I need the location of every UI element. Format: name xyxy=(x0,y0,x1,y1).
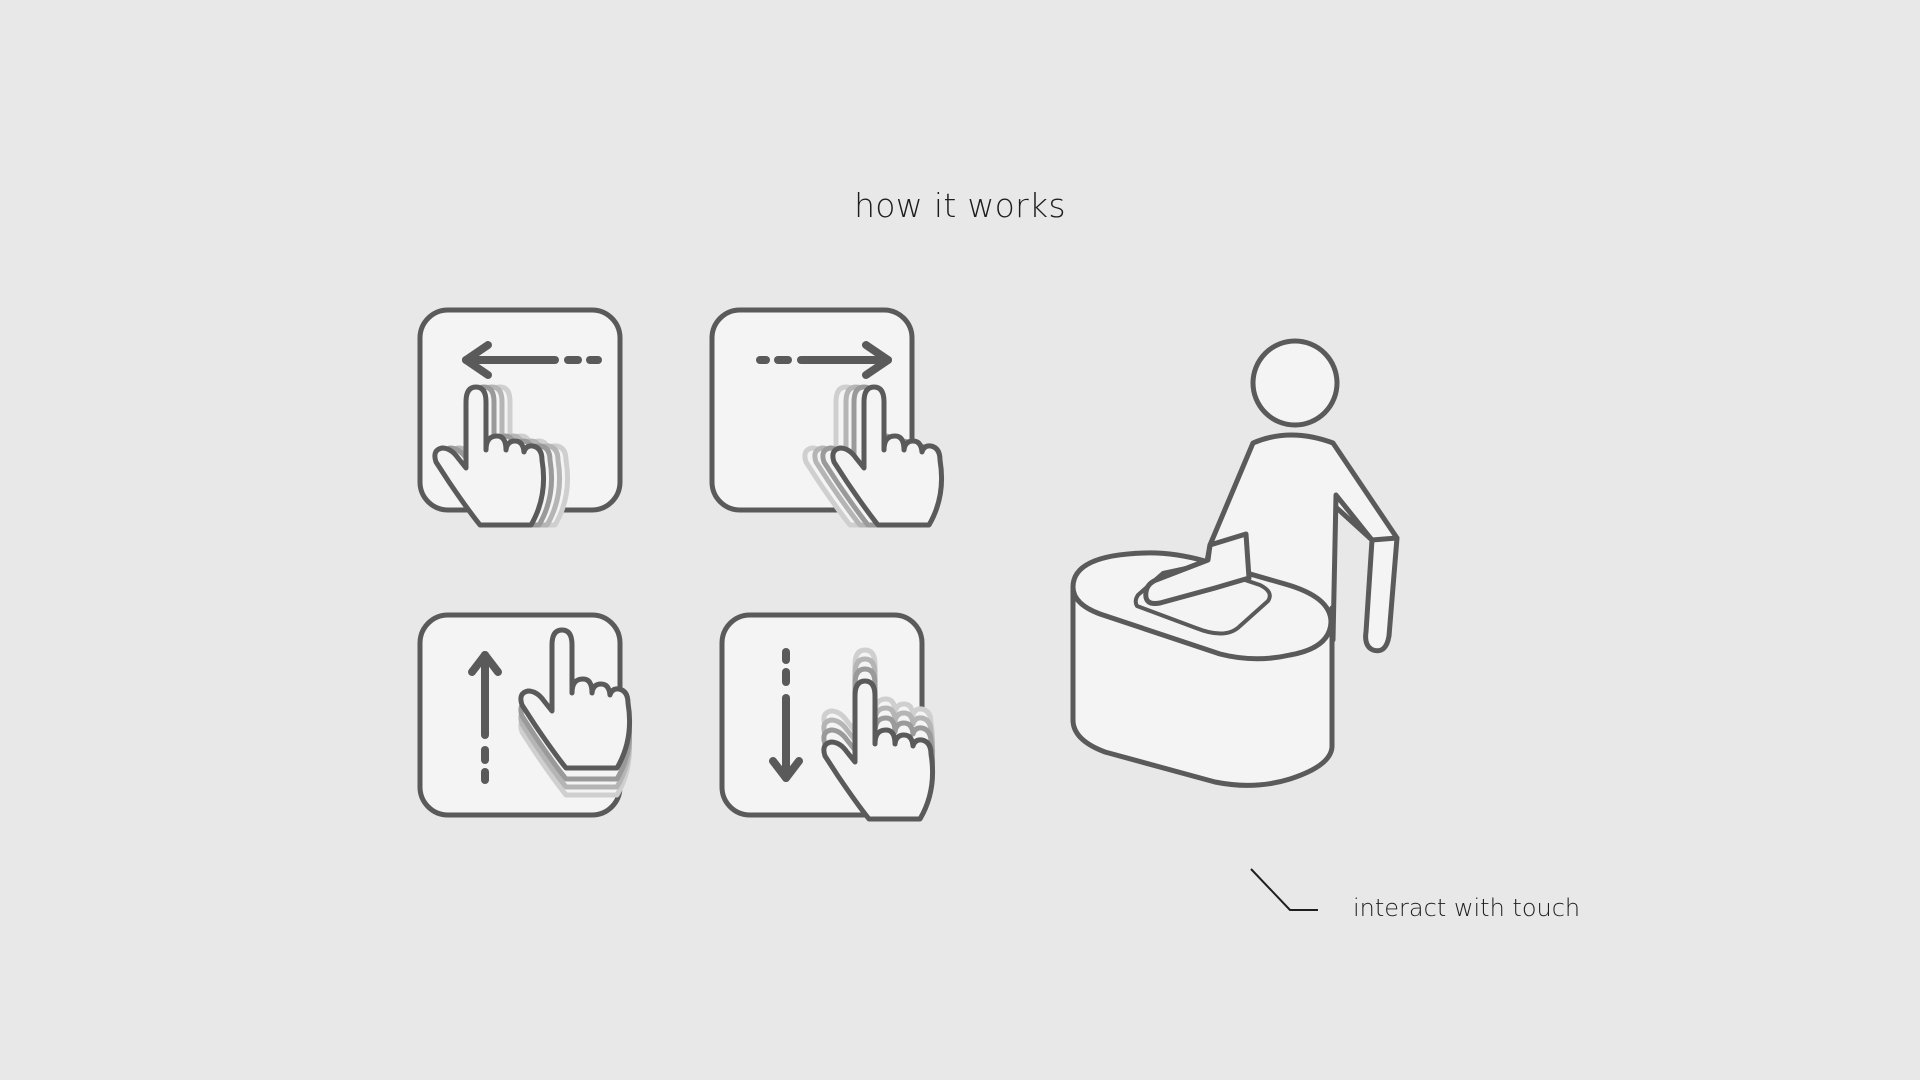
gesture-swipe-left xyxy=(417,307,623,525)
gesture-swipe-down xyxy=(719,612,933,819)
how-it-works-illustration xyxy=(417,307,1400,911)
person-at-table xyxy=(1070,338,1400,788)
gesture-swipe-right xyxy=(709,307,942,525)
person-head xyxy=(1250,338,1340,428)
callout-leader-line xyxy=(1250,868,1318,911)
callout-caption: interact with touch xyxy=(1353,894,1581,922)
gesture-swipe-up xyxy=(417,612,630,818)
